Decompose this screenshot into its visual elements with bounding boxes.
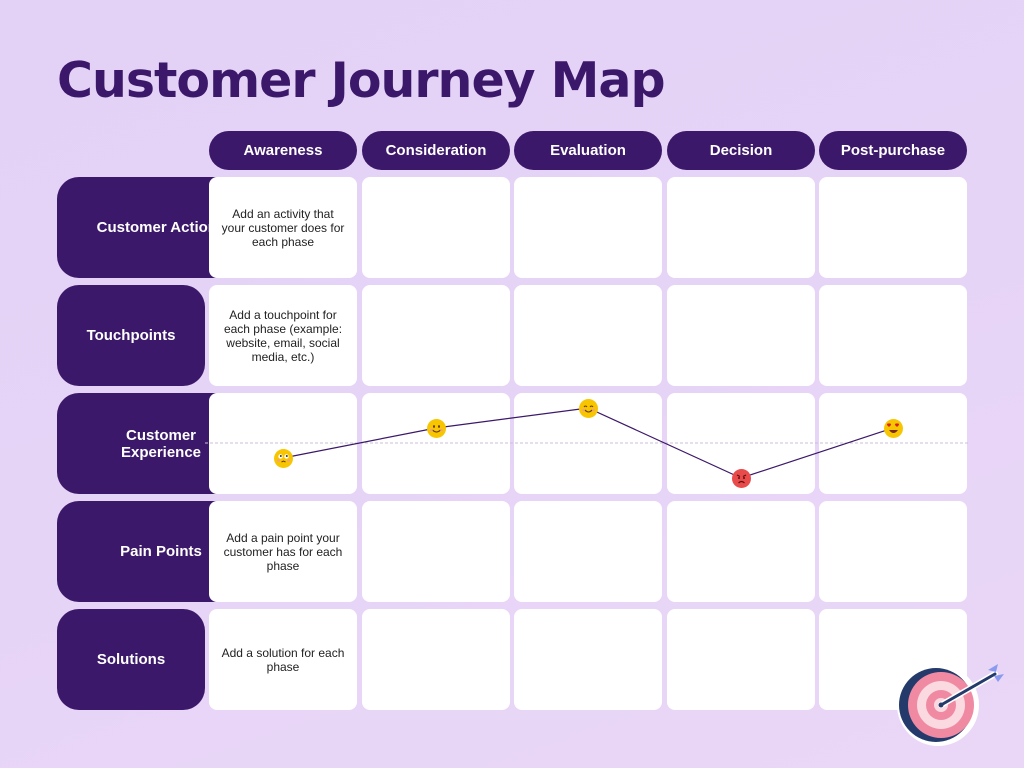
journey-cell[interactable] <box>514 501 662 602</box>
journey-cell[interactable] <box>667 609 815 710</box>
emotion-happy-icon <box>578 398 598 418</box>
journey-cell[interactable] <box>819 501 967 602</box>
journey-cell[interactable] <box>362 501 510 602</box>
journey-cell[interactable]: Add an activity that your customer does … <box>209 177 357 278</box>
journey-cell[interactable] <box>514 285 662 386</box>
row-label-solutions: Solutions <box>57 609 205 710</box>
phase-header-post-purchase: Post-purchase <box>819 131 967 170</box>
journey-cell[interactable] <box>362 285 510 386</box>
target-with-arrow-icon <box>897 664 1004 746</box>
phase-header-decision: Decision <box>667 131 815 170</box>
journey-cell[interactable]: Add a touchpoint for each phase (example… <box>209 285 357 386</box>
journey-cell[interactable] <box>362 177 510 278</box>
page-title: Customer Journey Map <box>57 52 666 109</box>
journey-cell[interactable] <box>819 177 967 278</box>
journey-cell[interactable] <box>667 285 815 386</box>
phase-header-awareness: Awareness <box>209 131 357 170</box>
journey-cell[interactable] <box>667 501 815 602</box>
journey-cell[interactable] <box>514 609 662 710</box>
journey-cell[interactable] <box>819 393 967 494</box>
row-label-touchpoints: Touchpoints <box>57 285 205 386</box>
journey-cell[interactable] <box>514 177 662 278</box>
journey-cell[interactable] <box>362 393 510 494</box>
phase-header-evaluation: Evaluation <box>514 131 662 170</box>
emotion-angry-icon <box>731 468 751 488</box>
journey-cell[interactable] <box>819 285 967 386</box>
journey-cell[interactable] <box>209 393 357 494</box>
phase-header-consideration: Consideration <box>362 131 510 170</box>
emotion-uneasy-icon <box>273 448 293 468</box>
journey-cell[interactable]: Add a solution for each phase <box>209 609 357 710</box>
journey-cell[interactable] <box>362 609 510 710</box>
journey-cell[interactable]: Add a pain point your customer has for e… <box>209 501 357 602</box>
emotion-heart-eyes-icon <box>883 418 903 438</box>
journey-cell[interactable] <box>667 177 815 278</box>
emotion-smile-icon <box>426 418 446 438</box>
